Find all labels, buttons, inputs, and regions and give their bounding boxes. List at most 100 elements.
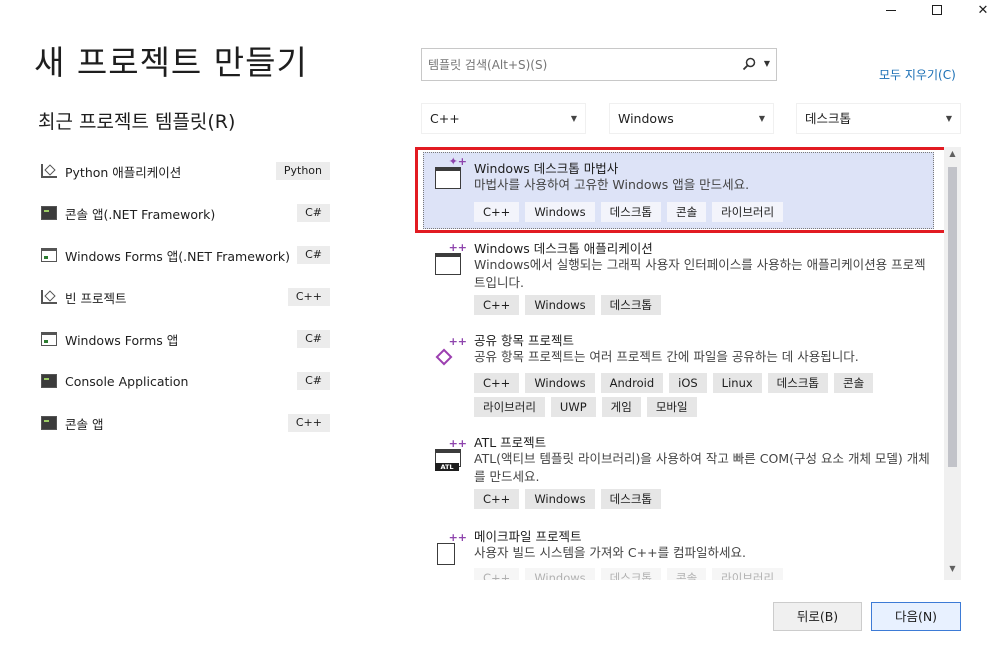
tag: 모바일 xyxy=(646,397,697,417)
close-button[interactable]: ✕ xyxy=(960,0,1005,20)
tag: C++ xyxy=(474,568,520,580)
template-item[interactable]: ++ 공유 항목 프로젝트 공유 항목 프로젝트는 여러 프로젝트 간에 파일을… xyxy=(415,327,943,429)
template-description: ATL(액티브 템플릿 라이브러리)을 사용하여 작고 빠른 COM(구성 요소… xyxy=(474,451,930,484)
makefile-icon: ++ xyxy=(435,531,467,565)
template-description: 공유 항목 프로젝트는 여러 프로젝트 간에 파일을 공유하는 데 사용됩니다. xyxy=(474,349,859,364)
recent-item[interactable]: 콘솔 앱 C++ xyxy=(38,402,338,444)
chevron-down-icon: ▼ xyxy=(945,114,952,123)
template-description: Windows에서 실행되는 그래픽 사용자 인터페이스를 사용하는 애플리케이… xyxy=(474,257,926,290)
atl-icon-label: ATL xyxy=(435,463,459,471)
template-name: Windows 데스크톱 애플리케이션 xyxy=(474,241,653,256)
recent-item[interactable]: 빈 프로젝트 C++ xyxy=(38,276,338,318)
language-tag: C# xyxy=(297,204,330,222)
language-tag: C# xyxy=(297,372,330,390)
chevron-down-icon: ▼ xyxy=(758,114,765,123)
atl-icon: ATL ++ xyxy=(435,437,467,471)
console-icon xyxy=(41,374,57,388)
tag: Windows xyxy=(525,373,595,393)
console-icon xyxy=(41,416,57,430)
page-title: 새 프로젝트 만들기 xyxy=(34,43,308,82)
template-tags: C++ Windows 데스크톱 xyxy=(474,295,934,315)
tag: 콘솔 xyxy=(666,568,707,580)
platform-filter-value: Windows xyxy=(618,111,674,126)
template-item[interactable]: ++ Windows 데스크톱 애플리케이션 Windows에서 실행되는 그래… xyxy=(415,233,943,327)
tag: 데스크톱 xyxy=(600,568,661,580)
language-tag: C# xyxy=(297,330,330,348)
template-item[interactable]: ++ 메이크파일 프로젝트 사용자 빌드 시스템을 가져와 C++를 컴파일하세… xyxy=(415,523,943,580)
python-app-icon xyxy=(41,164,57,178)
recent-item[interactable]: Console Application C# xyxy=(38,360,338,402)
console-icon xyxy=(41,206,57,220)
tag: Windows xyxy=(525,489,595,509)
clear-all-link[interactable]: 모두 지우기(C) xyxy=(879,66,956,83)
recent-item[interactable]: Python 애플리케이션 Python xyxy=(38,150,338,192)
maximize-icon xyxy=(932,5,942,15)
window-icon xyxy=(41,248,57,262)
minimize-icon xyxy=(886,9,896,11)
tag: 데스크톱 xyxy=(600,489,661,509)
template-tags: C++ Windows 데스크톱 콘솔 라이브러리 xyxy=(474,568,934,580)
recent-item[interactable]: Windows Forms 앱 C# xyxy=(38,318,338,360)
language-filter-dropdown[interactable]: C++ ▼ xyxy=(421,103,586,134)
template-list-scrollbar[interactable]: ▲ ▼ xyxy=(944,147,961,580)
maximize-button[interactable] xyxy=(914,0,960,20)
tag: UWP xyxy=(550,397,596,417)
recent-item-label: 빈 프로젝트 xyxy=(65,290,127,306)
scrollbar-thumb[interactable] xyxy=(948,167,957,467)
tag: 데스크톱 xyxy=(767,373,828,393)
tag: Windows xyxy=(525,568,595,580)
template-name: 공유 항목 프로젝트 xyxy=(474,333,574,348)
template-item[interactable]: ATL ++ ATL 프로젝트 ATL(액티브 템플릿 라이브러리)을 사용하여… xyxy=(415,429,943,523)
selection-highlight-box xyxy=(415,147,948,233)
window-icon xyxy=(41,332,57,346)
template-name: 메이크파일 프로젝트 xyxy=(474,529,582,544)
close-icon: ✕ xyxy=(977,2,989,18)
tag: 라이브러리 xyxy=(474,397,545,417)
search-input[interactable] xyxy=(422,49,742,80)
language-filter-value: C++ xyxy=(430,111,460,126)
recent-item-label: Console Application xyxy=(65,373,189,389)
tag: 콘솔 xyxy=(834,373,874,393)
template-tags: C++ Windows 데스크톱 xyxy=(474,489,934,509)
minimize-button[interactable] xyxy=(868,0,914,20)
tag: 게임 xyxy=(601,397,641,417)
template-description: 사용자 빌드 시스템을 가져와 C++를 컴파일하세요. xyxy=(474,545,747,560)
tag: 라이브러리 xyxy=(712,568,784,580)
template-name: ATL 프로젝트 xyxy=(474,435,547,450)
recent-item-label: 콘솔 앱(.NET Framework) xyxy=(65,206,216,222)
tag: C++ xyxy=(474,373,520,393)
template-search[interactable]: ▼ xyxy=(421,48,777,81)
next-button[interactable]: 다음(N) xyxy=(871,602,961,631)
language-tag: C++ xyxy=(287,414,330,432)
recent-item[interactable]: 콘솔 앱(.NET Framework) C# xyxy=(38,192,338,234)
desktop-app-icon: ++ xyxy=(435,241,467,275)
recent-item-label: 콘솔 앱 xyxy=(65,416,104,432)
tag: iOS xyxy=(669,373,707,393)
template-tags: C++ Windows Android iOS Linux 데스크톱 콘솔 라이… xyxy=(474,373,934,417)
recent-item-label: Python 애플리케이션 xyxy=(65,164,182,180)
tag: Android xyxy=(600,373,664,393)
tag: Linux xyxy=(712,373,762,393)
recent-item-label: Windows Forms 앱(.NET Framework) xyxy=(65,248,291,264)
search-icon xyxy=(742,57,756,71)
recent-item-label: Windows Forms 앱 xyxy=(65,332,179,348)
empty-project-icon xyxy=(41,290,57,304)
chevron-down-icon: ▼ xyxy=(570,114,577,123)
scroll-down-icon[interactable]: ▼ xyxy=(944,564,961,578)
recent-item[interactable]: Windows Forms 앱(.NET Framework) C# xyxy=(38,234,338,276)
scroll-up-icon[interactable]: ▲ xyxy=(944,149,961,163)
recent-templates-heading: 최근 프로젝트 템플릿(R) xyxy=(38,111,236,133)
shared-items-icon: ++ xyxy=(435,335,467,367)
back-button[interactable]: 뒤로(B) xyxy=(773,602,862,631)
language-tag: C++ xyxy=(287,288,330,306)
project-type-filter-dropdown[interactable]: 데스크톱 ▼ xyxy=(796,103,961,134)
recent-templates-list: Python 애플리케이션 Python 콘솔 앱(.NET Framework… xyxy=(38,150,338,444)
tag: 데스크톱 xyxy=(600,295,661,315)
language-tag: C# xyxy=(297,246,330,264)
tag: C++ xyxy=(474,489,520,509)
language-tag: Python xyxy=(275,162,330,180)
tag: Windows xyxy=(525,295,595,315)
tag: C++ xyxy=(474,295,520,315)
search-options-dropdown-icon[interactable]: ▼ xyxy=(764,59,770,68)
platform-filter-dropdown[interactable]: Windows ▼ xyxy=(609,103,774,134)
